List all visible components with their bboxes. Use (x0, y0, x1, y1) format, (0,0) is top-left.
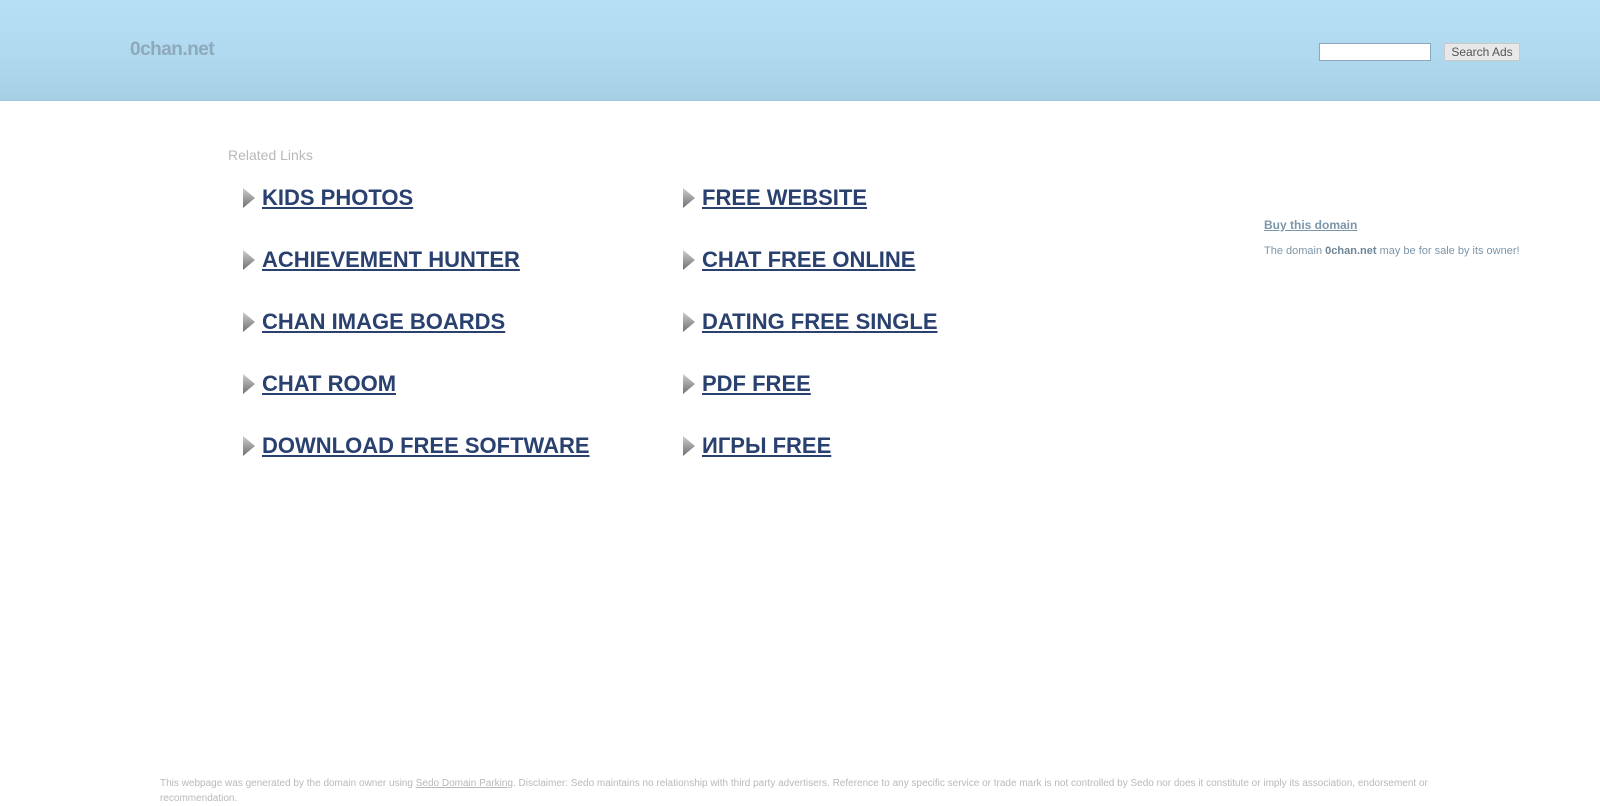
footer-prefix: This webpage was generated by the domain… (160, 778, 416, 789)
triangle-arrow-icon (243, 250, 255, 270)
triangle-arrow-icon (243, 188, 255, 208)
footer-disclaimer: This webpage was generated by the domain… (160, 776, 1440, 806)
related-link-text[interactable]: DATING FREE SINGLE (702, 309, 938, 335)
related-link-item[interactable]: DATING FREE SINGLE (682, 302, 938, 342)
header-bar: 0chan.net Search Ads (0, 0, 1600, 101)
related-link-item[interactable]: ACHIEVEMENT HUNTER (242, 240, 520, 280)
related-link-text[interactable]: ИГРЫ FREE (702, 433, 831, 459)
related-link-item[interactable]: PDF FREE (682, 364, 811, 404)
triangle-arrow-icon (683, 436, 695, 456)
related-link-item[interactable]: FREE WEBSITE (682, 178, 867, 218)
related-link-text[interactable]: KIDS PHOTOS (262, 185, 413, 211)
triangle-arrow-icon (683, 374, 695, 394)
site-logo-link[interactable]: 0chan.net (130, 39, 215, 61)
triangle-arrow-icon (683, 312, 695, 332)
related-link-item[interactable]: CHAT FREE ONLINE (682, 240, 915, 280)
related-link-item[interactable]: CHAN IMAGE BOARDS (242, 302, 505, 342)
related-link-item[interactable]: DOWNLOAD FREE SOFTWARE (242, 426, 590, 466)
sale-domain-name: 0chan.net (1325, 245, 1377, 257)
related-link-text[interactable]: CHAT ROOM (262, 371, 396, 397)
sedo-parking-link[interactable]: Sedo Domain Parking (416, 778, 513, 789)
related-link-item[interactable]: CHAT ROOM (242, 364, 396, 404)
related-link-text[interactable]: FREE WEBSITE (702, 185, 867, 211)
triangle-arrow-icon (243, 436, 255, 456)
related-link-text[interactable]: ACHIEVEMENT HUNTER (262, 247, 520, 273)
triangle-arrow-icon (683, 188, 695, 208)
sale-prefix: The domain (1264, 245, 1326, 257)
domain-sale-notice: The domain 0chan.net may be for sale by … (1264, 245, 1564, 257)
related-link-item[interactable]: ИГРЫ FREE (682, 426, 831, 466)
related-link-text[interactable]: CHAN IMAGE BOARDS (262, 309, 505, 335)
related-link-text[interactable]: DOWNLOAD FREE SOFTWARE (262, 433, 590, 459)
buy-domain-link[interactable]: Buy this domain (1264, 218, 1564, 232)
related-links-heading: Related Links (228, 147, 313, 163)
search-ads-button[interactable]: Search Ads (1444, 43, 1520, 61)
related-link-item[interactable]: KIDS PHOTOS (242, 178, 413, 218)
search-input[interactable] (1319, 43, 1431, 61)
domain-sale-box: Buy this domain The domain 0chan.net may… (1264, 218, 1564, 257)
triangle-arrow-icon (243, 374, 255, 394)
triangle-arrow-icon (683, 250, 695, 270)
triangle-arrow-icon (243, 312, 255, 332)
related-link-text[interactable]: CHAT FREE ONLINE (702, 247, 915, 273)
sale-suffix: may be for sale by its owner! (1376, 245, 1520, 257)
related-link-text[interactable]: PDF FREE (702, 371, 811, 397)
